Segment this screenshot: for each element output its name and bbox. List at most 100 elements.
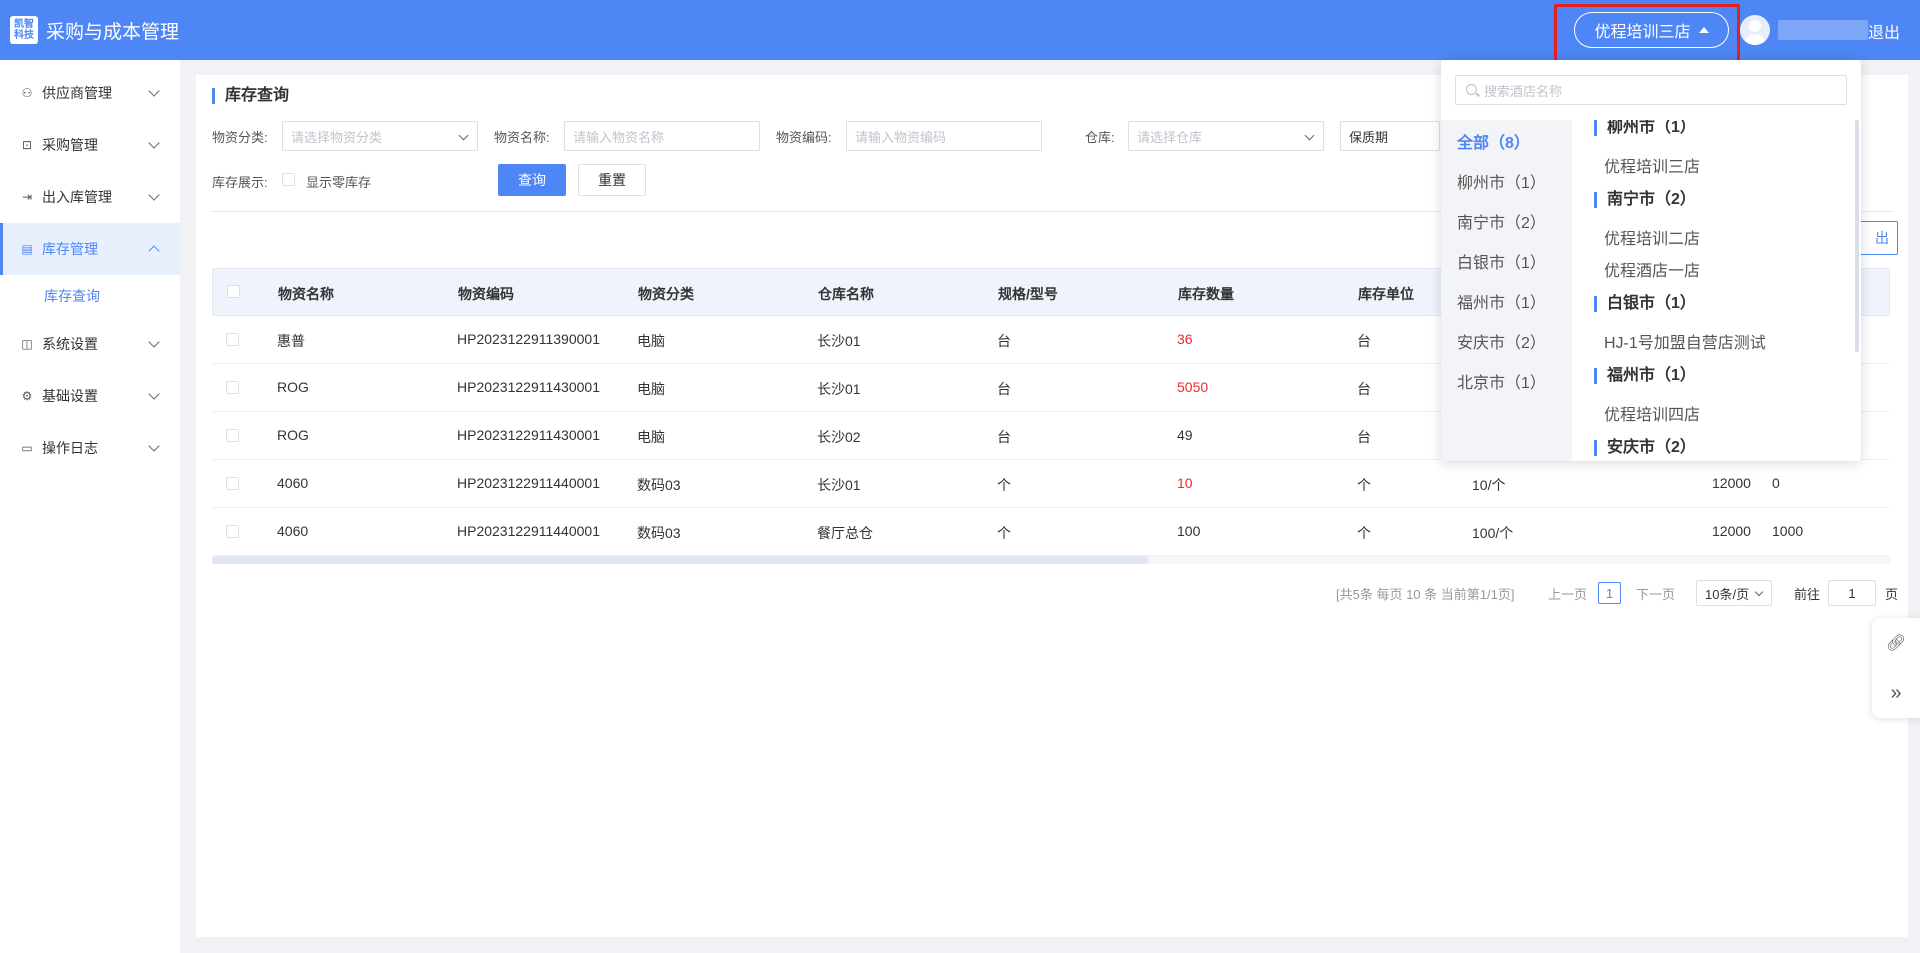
table-cell-name: 惠普 [277, 333, 305, 349]
prev-page-button[interactable]: 上一页 [1548, 584, 1587, 603]
inventory-icon: ▤ [21, 242, 33, 256]
next-page-button[interactable]: 下一页 [1636, 584, 1675, 603]
store-item[interactable]: 优程培训四店 [1604, 401, 1700, 425]
table-cell-name: ROG [277, 427, 309, 443]
store-list-scrollbar[interactable] [1855, 120, 1859, 352]
table-cell-unit: 个 [1357, 477, 1371, 493]
page-number-current[interactable]: 1 [1598, 582, 1621, 604]
category-select[interactable]: 请选择物资分类 [282, 121, 478, 151]
chevron-down-icon [148, 440, 160, 452]
table-cell-category: 电脑 [637, 381, 665, 397]
table-horizontal-scrollbar[interactable] [212, 556, 1890, 564]
table-cell-qty: 36 [1177, 331, 1193, 347]
sidebar-item-label: 供应商管理 [42, 85, 112, 101]
city-item[interactable]: 白银市（1） [1457, 249, 1546, 273]
sidebar-item-supplier[interactable]: ⚇ 供应商管理 [0, 67, 180, 119]
scroll-thumb[interactable] [212, 556, 1149, 564]
store-switcher-label: 优程培训三店 [1594, 24, 1691, 41]
category-label: 物资分类: [212, 130, 268, 145]
column-header: 规格/型号 [998, 286, 1058, 302]
city-item[interactable]: 柳州市（1） [1457, 169, 1546, 193]
table-row: 4060 HP2023122911440001 数码03 餐厅总仓 个 100 个 100/个… [212, 508, 1890, 556]
city-item-all[interactable]: 全部（8） [1457, 129, 1530, 153]
sidebar-item-label: 出入库管理 [42, 189, 112, 205]
table-cell-warehouse: 长沙01 [817, 333, 861, 349]
page-size-select[interactable]: 10条/页 [1696, 580, 1772, 606]
chevron-down-icon [1304, 130, 1315, 141]
city-item[interactable]: 福州市（1） [1457, 289, 1546, 313]
chevron-up-icon [148, 245, 160, 257]
purchase-icon: ⊡ [21, 138, 33, 152]
table-cell-warehouse: 长沙01 [817, 381, 861, 397]
shelf-life-select[interactable]: 保质期 [1340, 121, 1440, 151]
export-button[interactable]: 出 [1858, 221, 1898, 255]
double-chevron-right-icon[interactable]: » [1872, 668, 1920, 718]
sidebar-item-basic[interactable]: ⚙ 基础设置 [0, 370, 180, 422]
store-group-title: 南宁市（2） [1594, 192, 1696, 208]
chevron-down-icon [148, 388, 160, 400]
row-checkbox[interactable] [226, 429, 239, 442]
table-cell-qty: 49 [1177, 427, 1193, 443]
supplier-icon: ⚇ [21, 86, 33, 100]
select-all-checkbox[interactable] [227, 285, 240, 298]
store-item[interactable]: 优程培训三店 [1604, 153, 1700, 177]
row-checkbox[interactable] [226, 477, 239, 490]
warehouse-select[interactable]: 请选择仓库 [1128, 121, 1324, 151]
column-header: 物资编码 [458, 286, 514, 302]
avatar[interactable] [1740, 15, 1770, 45]
row-checkbox[interactable] [226, 525, 239, 538]
table-cell-name: ROG [277, 379, 309, 395]
code-input[interactable]: 请输入物资编码 [846, 121, 1042, 151]
sidebar-item-log[interactable]: ▭ 操作日志 [0, 422, 180, 474]
city-item[interactable]: 北京市（1） [1457, 369, 1546, 393]
query-button[interactable]: 查询 [498, 164, 566, 196]
warehouse-label: 仓库: [1085, 130, 1115, 145]
store-list: 柳州市（1） 优程培训三店 南宁市（2） 优程培训二店 优程酒店一店 白银市（1… [1572, 120, 1861, 461]
sidebar-item-purchase[interactable]: ⊡ 采购管理 [0, 119, 180, 171]
goto-page-input[interactable]: 1 [1828, 580, 1876, 606]
store-group-title: 白银市（1） [1594, 296, 1696, 312]
show-zero-checkbox[interactable] [282, 173, 295, 186]
store-dropdown-panel: 搜索酒店名称 全部（8） 柳州市（1） 南宁市（2） 白银市（1） 福州市（1）… [1441, 60, 1861, 461]
table-row: 4060 HP2023122911440001 数码03 长沙01 个 10 个 10/个 12… [212, 460, 1890, 508]
table-cell-warehouse: 长沙01 [817, 477, 861, 493]
chevron-down-icon [1754, 587, 1764, 597]
row-checkbox[interactable] [226, 333, 239, 346]
sidebar-subitem-inventory-query[interactable]: 库存查询 [0, 276, 180, 316]
table-cell-category: 数码03 [637, 477, 681, 493]
logout-link[interactable]: 退出 [1868, 19, 1900, 43]
table-cell-code: HP2023122911430001 [457, 379, 600, 395]
reset-button[interactable]: 重置 [578, 164, 646, 196]
sidebar-item-system[interactable]: ◫ 系统设置 [0, 318, 180, 370]
display-label: 库存展示: [212, 175, 268, 190]
table-cell-code: HP2023122911390001 [457, 331, 600, 347]
table-cell-category: 电脑 [637, 333, 665, 349]
table-cell-code: HP2023122911440001 [457, 475, 600, 491]
city-item[interactable]: 安庆市（2） [1457, 329, 1546, 353]
row-checkbox[interactable] [226, 381, 239, 394]
link-icon[interactable]: 🔗︎ [1872, 618, 1920, 668]
store-switcher-button[interactable]: 优程培训三店 [1574, 12, 1729, 48]
table-cell-spec: 台 [997, 333, 1011, 349]
city-item[interactable]: 南宁市（2） [1457, 209, 1546, 233]
table-cell-unit: 台 [1357, 429, 1371, 445]
store-item[interactable]: HJ-1号加盟自营店测试 [1604, 329, 1766, 353]
store-search-input[interactable]: 搜索酒店名称 [1455, 75, 1847, 105]
warehouse-placeholder: 请选择仓库 [1137, 129, 1203, 145]
table-cell-extra1: 100/个 [1472, 525, 1514, 541]
table-cell-spec: 个 [997, 477, 1011, 493]
chevron-down-icon [148, 189, 160, 201]
store-group-title: 福州市（1） [1594, 368, 1696, 384]
store-item[interactable]: 优程酒店一店 [1604, 257, 1700, 281]
sidebar-item-inventory[interactable]: ▤ 库存管理 [0, 223, 180, 275]
sidebar-item-inout[interactable]: ⇥ 出入库管理 [0, 171, 180, 223]
goto-label: 前往 [1794, 587, 1821, 602]
name-input[interactable]: 请输入物资名称 [564, 121, 760, 151]
table-cell-category: 数码03 [637, 525, 681, 541]
sidebar-item-label: 操作日志 [42, 440, 98, 456]
name-label: 物资名称: [494, 130, 550, 145]
company-logo: 凯智科技 [10, 16, 38, 44]
category-placeholder: 请选择物资分类 [291, 129, 383, 145]
sidebar-item-label: 基础设置 [42, 388, 98, 404]
store-item[interactable]: 优程培训二店 [1604, 225, 1700, 249]
